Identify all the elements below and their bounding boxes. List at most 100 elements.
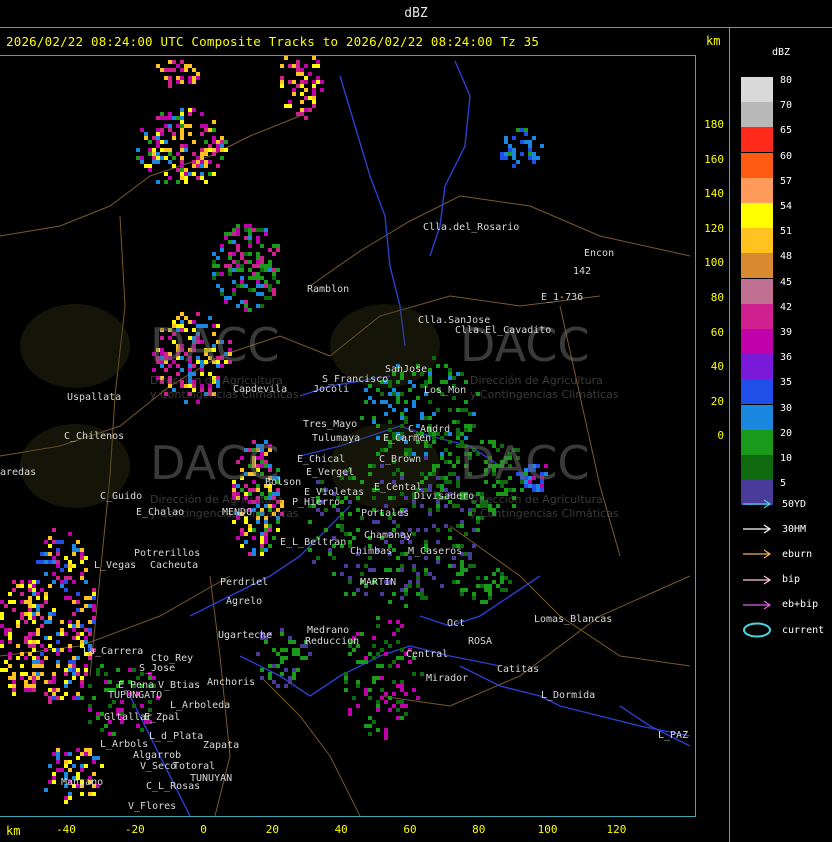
x-tick-label: 60 [403,823,417,836]
place-label: Manzano [61,777,104,788]
place-label: L_Dormida [541,690,596,701]
radar-map[interactable]: DACC DACC DACC DACC Dirección de Agricul… [0,55,696,817]
place-label: Oct [447,618,466,629]
y-tick-label: 100 [704,256,724,270]
track-arrow-icon [743,575,772,585]
place-label: Capdevila [233,384,288,395]
place-label: Encon [584,248,615,259]
window-title: dBZ [404,6,428,21]
place-label: L_d_Plata [149,731,204,742]
dbz-swatch-label: 51 [780,226,793,238]
watermark-line1: Dirección de Agricultura [470,374,603,387]
place-label: E_Chalao [136,507,185,518]
dbz-swatch-label: 54 [780,201,793,212]
place-label: C_Chilenos [64,431,125,442]
place-label: 142 [573,266,592,277]
place-label: Tulumaya [312,433,361,444]
place-label: L_Vegas [94,560,137,571]
place-label: La_Carrera [83,646,144,657]
track-legend-label: eb+bip [782,599,819,611]
place-label: E_Chical [297,454,346,465]
track-legend-label: eburn [782,548,813,560]
x-tick-label: 100 [537,823,558,836]
place-label: Chimbas [350,546,393,557]
dbz-swatch [741,77,773,102]
place-label: E_Vergel [306,467,355,478]
watermark-org: DACC [150,436,280,490]
dbz-swatch [741,102,773,128]
dbz-swatch [741,253,773,279]
place-label: Zapata [203,740,240,751]
track-legend-item: 50YD [742,497,806,511]
dbz-swatch-label: 5 [780,478,787,490]
track-legend-label: 50YD [782,498,807,510]
watermark-line1: Dirección de Agricultura [150,493,283,506]
dbz-swatch [741,303,773,329]
x-tick-label: 20 [265,823,280,836]
place-label: C_Brown [379,454,422,465]
track-legend-label: bip [782,574,801,586]
place-label: Perdriel [220,577,269,588]
x-tick-label: 40 [334,823,348,836]
dbz-swatch-label: 30 [780,402,793,414]
dbz-swatch-label: 36 [780,352,793,364]
place-label: E_Zpal [144,712,181,723]
y-tick-label: 0 [717,429,724,443]
place-label: Cacheuta [150,560,199,571]
y-tick-label: 40 [710,360,724,374]
y-tick-label: 20 [710,394,724,408]
dbz-swatch-label: 65 [780,125,793,137]
x-tick-label: 0 [200,823,207,836]
place-label: V_Flores [128,801,177,812]
place-label: Agrelo [226,596,263,607]
place-label: E_L_Beltran [280,537,347,548]
dbz-swatch [741,455,773,480]
place-label: P_Hierro [292,497,341,508]
place-label: L_PAZ [658,730,689,741]
x-axis-units-label: km [6,824,21,838]
place-label: C_Andrd [408,424,451,435]
dbz-swatch [741,429,773,455]
place-label: MARTIN [360,577,397,588]
place-label: C_L_Rosas [146,781,201,792]
place-label: Ramblon [307,284,350,295]
dbz-swatch [741,177,773,203]
place-label: V_Seco [140,761,177,772]
dbz-swatch-label: 42 [780,301,793,313]
track-legend-label: 30HM [782,523,807,535]
place-label: L_Arbols [100,739,149,750]
dbz-swatch-label: 57 [780,175,793,187]
place-label: Totoral [173,761,216,772]
place-label: Clla.del_Rosario [423,222,520,233]
track-legend-item: eburn [742,547,812,561]
y-axis-units-label: km [706,34,721,48]
place-label: S_Jose [139,663,176,674]
watermark-line2: y Contingencias Climáticas [470,507,619,520]
place-label: Clla.El_Cavadito [455,325,552,336]
dbz-swatch-label: 35 [780,377,793,389]
place-label: Reduccion [305,636,360,647]
dbz-swatch [741,152,773,178]
place-label: ROSA [468,636,493,647]
dbz-swatch [741,354,773,380]
place-label: Lomas_Blancas [534,614,613,625]
place-label: SanJose [385,364,428,375]
track-legend-item: eb+bip [742,598,818,612]
dbz-swatch [741,379,773,405]
place-label: Ugarteche [218,630,273,641]
track-legend-label: current [782,624,825,636]
composite-tracks-title: 2026/02/22 08:24:00 UTC Composite Tracks… [6,34,540,49]
place-label: Medrano [307,625,350,636]
place-label: Algarrob [133,750,182,761]
place-label: Uspallata [67,392,122,403]
dbz-swatch-label: 39 [780,327,793,338]
legend-title: dBZ [772,47,791,58]
place-label: Los_Mon [424,385,467,396]
sidebar-separator [729,28,730,842]
track-arrow-icon [743,549,772,559]
y-tick-label: 80 [710,291,724,304]
track-arrow-icon [743,524,772,534]
watermark-org: DACC [460,436,590,490]
watermark-line2: y Contingencias Climáticas [470,388,619,401]
x-tick-label: -40 [56,823,76,836]
